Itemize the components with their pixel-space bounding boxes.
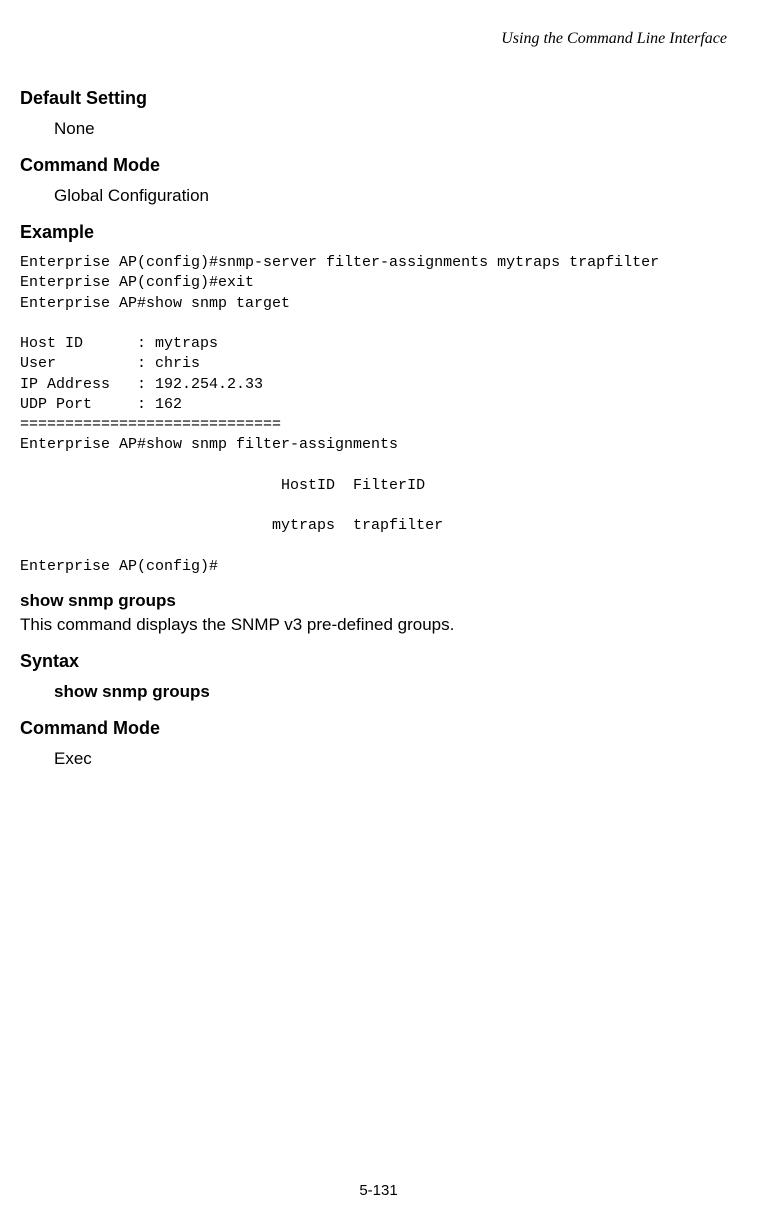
page-header-title: Using the Command Line Interface <box>20 30 727 48</box>
command-mode-heading-2: Command Mode <box>20 718 727 739</box>
show-snmp-groups-description: This command displays the SNMP v3 pre-de… <box>20 615 727 635</box>
command-mode-value-2: Exec <box>54 749 727 769</box>
example-heading: Example <box>20 222 727 243</box>
show-snmp-groups-heading: show snmp groups <box>20 591 727 611</box>
default-setting-value: None <box>54 119 727 139</box>
default-setting-heading: Default Setting <box>20 88 727 109</box>
syntax-heading: Syntax <box>20 651 727 672</box>
command-mode-heading-1: Command Mode <box>20 155 727 176</box>
command-mode-value-1: Global Configuration <box>54 186 727 206</box>
example-code-block: Enterprise AP(config)#snmp-server filter… <box>20 253 727 577</box>
syntax-value: show snmp groups <box>54 682 727 702</box>
page-number: 5-131 <box>359 1182 397 1199</box>
